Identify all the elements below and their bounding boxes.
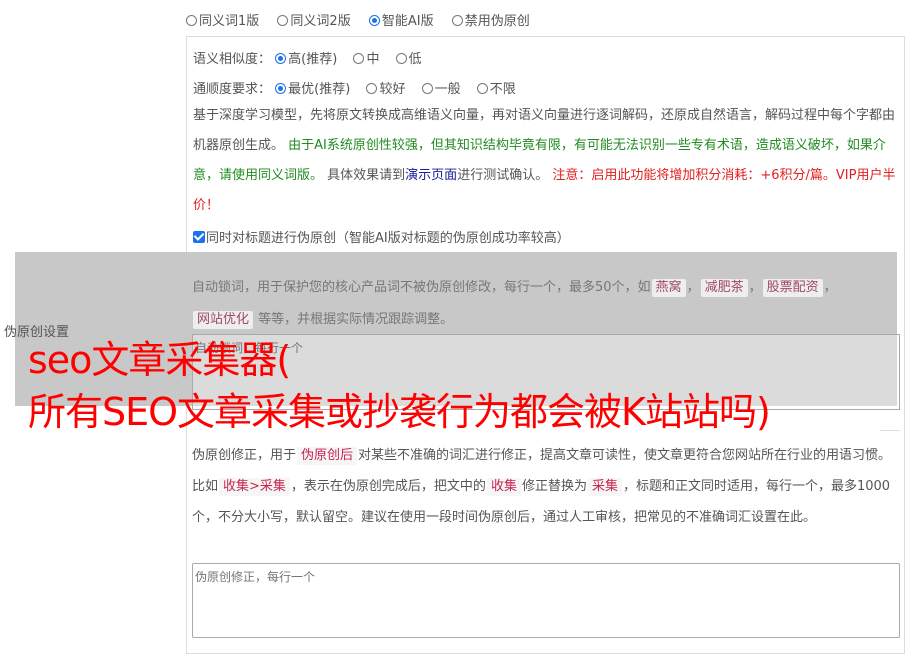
radio-icon[interactable]	[476, 83, 488, 94]
ai-description: 基于深度学习模型，先将原文转换成高维语义向量，再对语义向量进行逐词解码，还原成自…	[193, 108, 896, 213]
fluency-option-normal[interactable]: 一般	[421, 82, 461, 97]
overlay-headline-line2: 所有SEO文章采集或抄袭行为都会被K站站吗)	[28, 390, 771, 434]
divider	[880, 430, 900, 431]
example-tag: 燕窝	[651, 279, 686, 297]
version-option-ai[interactable]: 智能AI版	[368, 14, 434, 29]
fluency-label: 通顺度要求：	[193, 82, 272, 97]
similarity-label: 语义相似度：	[193, 52, 272, 67]
radio-checked-icon[interactable]	[368, 15, 380, 26]
example-tag: 收集>采集	[219, 478, 290, 496]
fluency-row: 通顺度要求： 最优(推荐) 较好 一般 不限	[193, 78, 528, 97]
example-tag: 收集	[486, 478, 521, 496]
version-option-synonym2[interactable]: 同义词2版	[277, 14, 351, 29]
fluency-option-any[interactable]: 不限	[476, 82, 516, 97]
similarity-option-low[interactable]: 低	[395, 52, 422, 67]
demo-page-link[interactable]: 演示页面	[405, 168, 457, 183]
radio-icon[interactable]	[353, 53, 365, 64]
version-option-disable[interactable]: 禁用伪原创	[451, 14, 530, 29]
example-tag: 减肥茶	[700, 279, 748, 297]
radio-icon[interactable]	[421, 83, 433, 94]
checkbox-checked-icon[interactable]	[193, 231, 205, 243]
similarity-row: 语义相似度： 高(推荐) 中 低	[193, 48, 434, 67]
title-pseudo-original-checkbox[interactable]: 同时对标题进行伪原创（智能AI版对标题的伪原创成功率较高）	[193, 231, 570, 246]
version-option-synonym1[interactable]: 同义词1版	[186, 14, 259, 29]
radio-icon[interactable]	[395, 53, 407, 64]
overlay-headline-line1: seo文章采集器(	[28, 338, 291, 382]
radio-icon[interactable]	[366, 83, 378, 94]
radio-checked-icon[interactable]	[275, 53, 287, 64]
similarity-option-high[interactable]: 高(推荐)	[275, 52, 337, 67]
lock-words-description: 自动锁词，用于保护您的核心产品词不被伪原创修改，每行一个，最多50个，如 燕窝，减…	[192, 279, 837, 329]
title-option-row: 同时对标题进行伪原创（智能AI版对标题的伪原创成功率较高）	[193, 227, 582, 246]
example-tag: 采集	[587, 478, 622, 496]
example-tag: 股票配资	[762, 279, 823, 297]
radio-icon[interactable]	[277, 15, 289, 26]
radio-checked-icon[interactable]	[275, 83, 287, 94]
radio-icon[interactable]	[186, 15, 197, 26]
version-selector: 同义词1版 同义词2版 智能AI版 禁用伪原创	[186, 10, 544, 29]
overlay-headline: seo文章采集器( 所有SEO文章采集或抄袭行为都会被K站站吗)	[28, 334, 771, 438]
fluency-option-best[interactable]: 最优(推荐)	[275, 82, 350, 97]
example-tag: 网站优化	[193, 311, 254, 329]
correction-input[interactable]	[192, 563, 900, 638]
example-tag: 伪原创后	[297, 447, 358, 465]
similarity-option-medium[interactable]: 中	[353, 52, 379, 67]
correction-description: 伪原创修正，用于 伪原创后 对某些不准确的词汇进行修正，提高文章可读性，使文章更符合…	[192, 447, 892, 525]
fluency-option-good[interactable]: 较好	[366, 82, 405, 97]
radio-icon[interactable]	[451, 15, 463, 26]
